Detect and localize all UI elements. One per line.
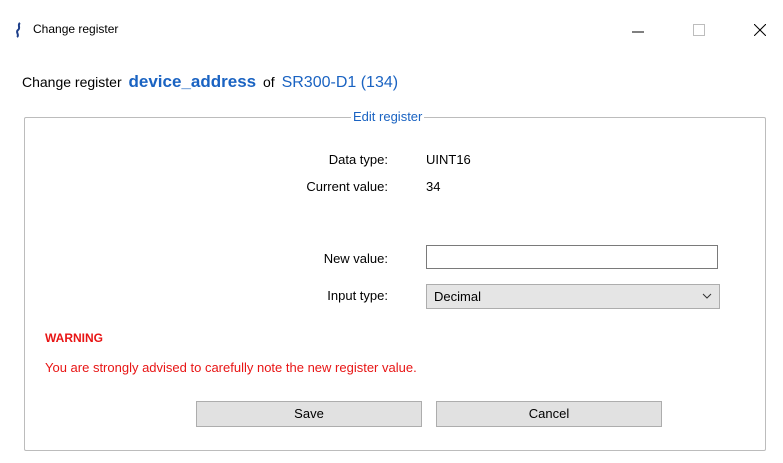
minimize-icon: [632, 31, 644, 33]
maximize-button[interactable]: [676, 14, 722, 46]
input-type-dropdown[interactable]: Decimal: [426, 284, 720, 309]
header-connector: of: [263, 74, 275, 90]
current-value-label: Current value:: [306, 179, 388, 194]
warning-title: WARNING: [45, 331, 103, 345]
maximize-icon: [693, 24, 705, 36]
input-type-selected: Decimal: [434, 289, 481, 304]
window-title: Change register: [33, 22, 119, 36]
header-prefix: Change register: [22, 74, 122, 90]
new-value-label: New value:: [323, 251, 388, 266]
device-name: SR300-D1 (134): [281, 74, 399, 91]
warning-text: You are strongly advised to carefully no…: [45, 360, 417, 375]
dialog-header: Change register device_address of SR300-…: [22, 72, 398, 92]
new-value-input[interactable]: [426, 245, 718, 269]
save-button[interactable]: Save: [196, 401, 422, 427]
app-logo-icon: [16, 22, 21, 38]
minimize-button[interactable]: [615, 14, 661, 46]
close-icon: [754, 24, 766, 36]
data-type-value: UINT16: [426, 152, 471, 167]
register-name: device_address: [128, 72, 257, 91]
current-value: 34: [426, 179, 441, 194]
chevron-down-icon: [702, 293, 712, 299]
edit-register-group: Edit register Data type: UINT16 Current …: [24, 109, 766, 451]
input-type-label: Input type:: [327, 288, 388, 303]
close-button[interactable]: [737, 14, 783, 46]
data-type-label: Data type:: [328, 152, 388, 167]
cancel-button[interactable]: Cancel: [436, 401, 662, 427]
title-bar: Change register: [0, 0, 783, 58]
group-legend: Edit register: [351, 109, 425, 124]
